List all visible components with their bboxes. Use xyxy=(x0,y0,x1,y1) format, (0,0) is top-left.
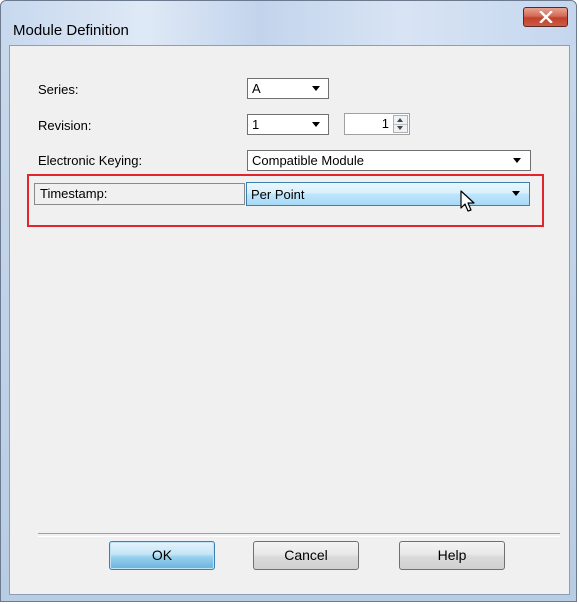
chevron-down-icon xyxy=(312,86,320,91)
cancel-button[interactable]: Cancel xyxy=(253,541,359,570)
series-dropdown[interactable]: A xyxy=(247,78,329,99)
chevron-down-icon xyxy=(513,158,521,163)
electronic-keying-value: Compatible Module xyxy=(252,153,365,168)
spin-down-icon[interactable] xyxy=(397,126,403,130)
series-label: Series: xyxy=(38,82,79,97)
electronic-keying-dropdown[interactable]: Compatible Module xyxy=(247,150,531,171)
revision-minor-value: 1 xyxy=(381,116,389,131)
help-button[interactable]: Help xyxy=(399,541,505,570)
revision-label: Revision: xyxy=(38,118,92,133)
ok-button[interactable]: OK xyxy=(109,541,215,570)
series-value: A xyxy=(252,81,261,96)
button-separator xyxy=(38,533,560,537)
dialog-body: Series: A Revision: 1 1 Electronic Keyin… xyxy=(9,45,570,595)
revision-major-value: 1 xyxy=(252,117,260,132)
close-icon xyxy=(539,11,553,23)
revision-minor-spinner[interactable]: 1 xyxy=(344,113,410,135)
module-definition-dialog: Module Definition Series: A Revision: 1 … xyxy=(0,0,577,602)
mouse-cursor-icon xyxy=(460,190,475,212)
dialog-title: Module Definition xyxy=(13,22,129,39)
spinner-buttons[interactable] xyxy=(393,115,408,133)
revision-major-dropdown[interactable]: 1 xyxy=(247,114,329,135)
spin-up-icon[interactable] xyxy=(397,118,403,122)
title-bar[interactable]: Module Definition xyxy=(1,1,576,45)
chevron-down-icon xyxy=(312,122,320,127)
electronic-keying-label: Electronic Keying: xyxy=(38,153,143,168)
close-button[interactable] xyxy=(523,7,568,27)
